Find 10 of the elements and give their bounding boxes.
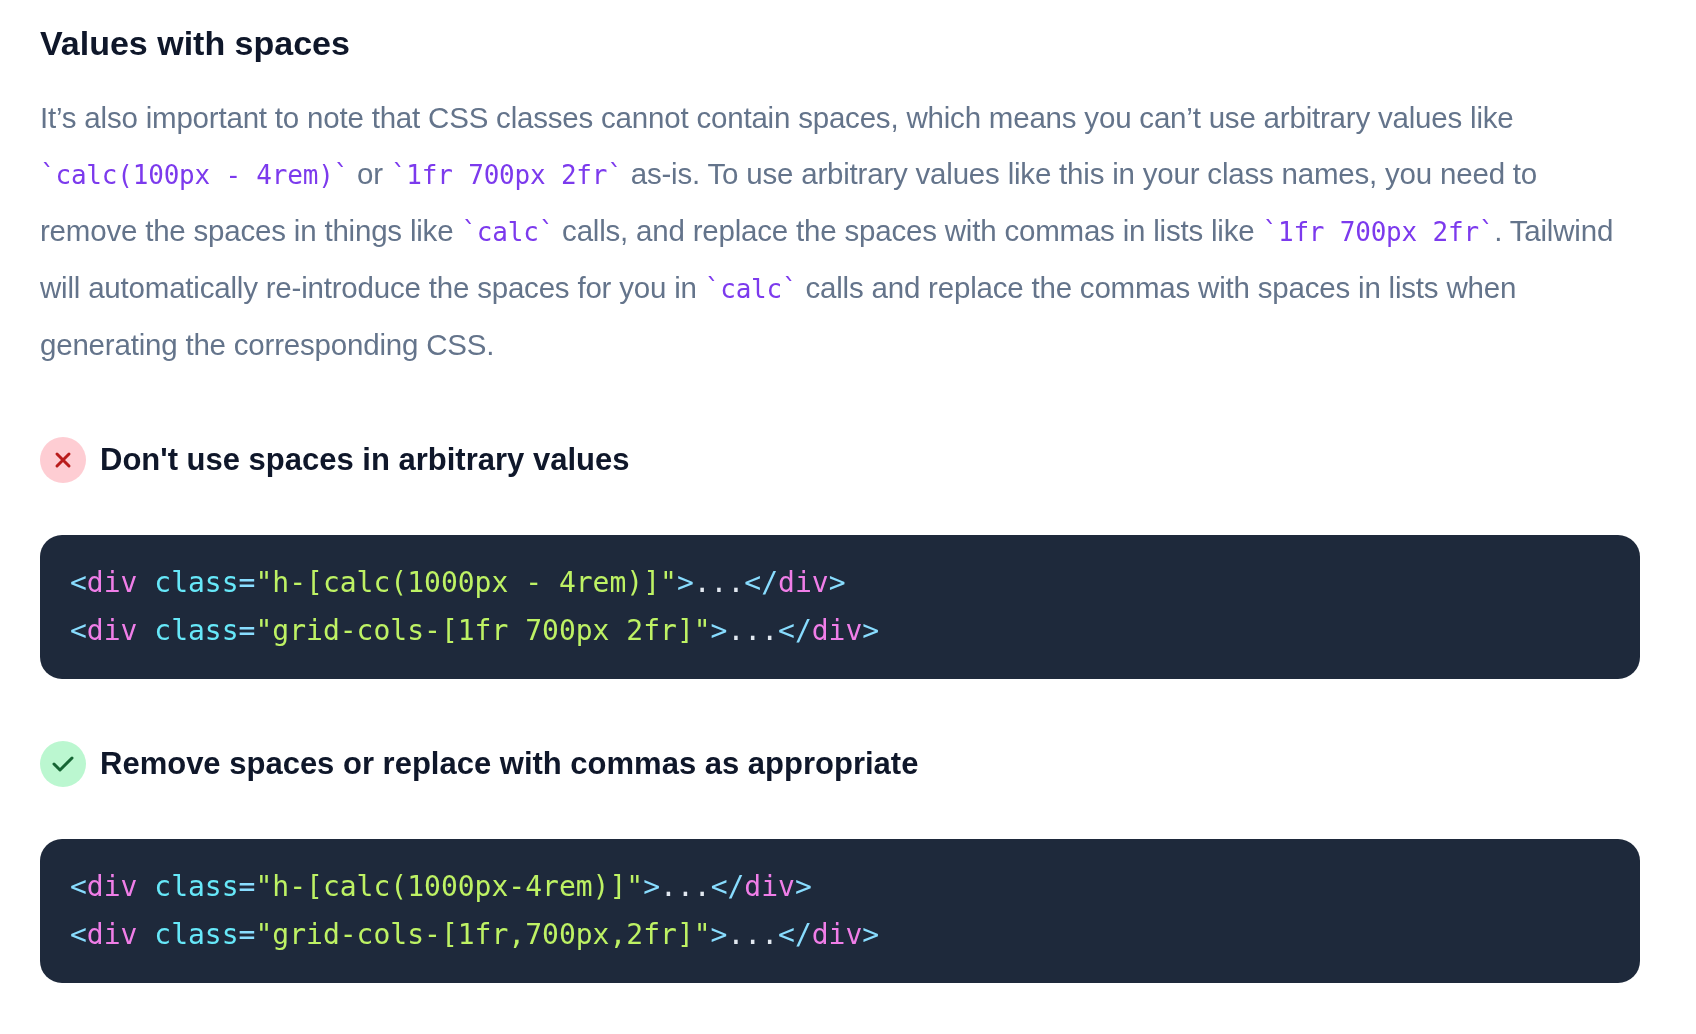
cross-icon: [40, 437, 86, 483]
section-heading: Values with spaces: [40, 23, 351, 64]
code-line: <div class="h-[calc(1000px-4rem)]">...</div>: [70, 869, 812, 905]
body-paragraph: It’s also important to note that CSS classes cannot contain spaces, which means you can’t use arbitrary values like `calc(100px - 4rem)` or `1fr 700px 2fr` as-is. To use arbitrary values like this in your class names, you need to remove the spaces in things like `calc` calls, and replace the spaces with commas in lists like `1fr 700px 2fr`. Tailwind will automatically re-introduce the spaces for you in `calc` calls and replace the commas with spaces in lists when generating the corresponding CSS.: [40, 100, 1615, 363]
example-title: Remove spaces or replace with commas as appropriate: [100, 746, 919, 782]
check-icon: [40, 741, 86, 787]
code-line: <div class="grid-cols-[1fr 700px 2fr]">...</div>: [70, 613, 880, 649]
example-title: Don't use spaces in arbitrary values: [100, 442, 630, 478]
code-line: <div class="grid-cols-[1fr,700px,2fr]">...</div>: [70, 917, 880, 953]
code-line: <div class="h-[calc(1000px - 4rem)]">...</div>: [70, 565, 846, 601]
